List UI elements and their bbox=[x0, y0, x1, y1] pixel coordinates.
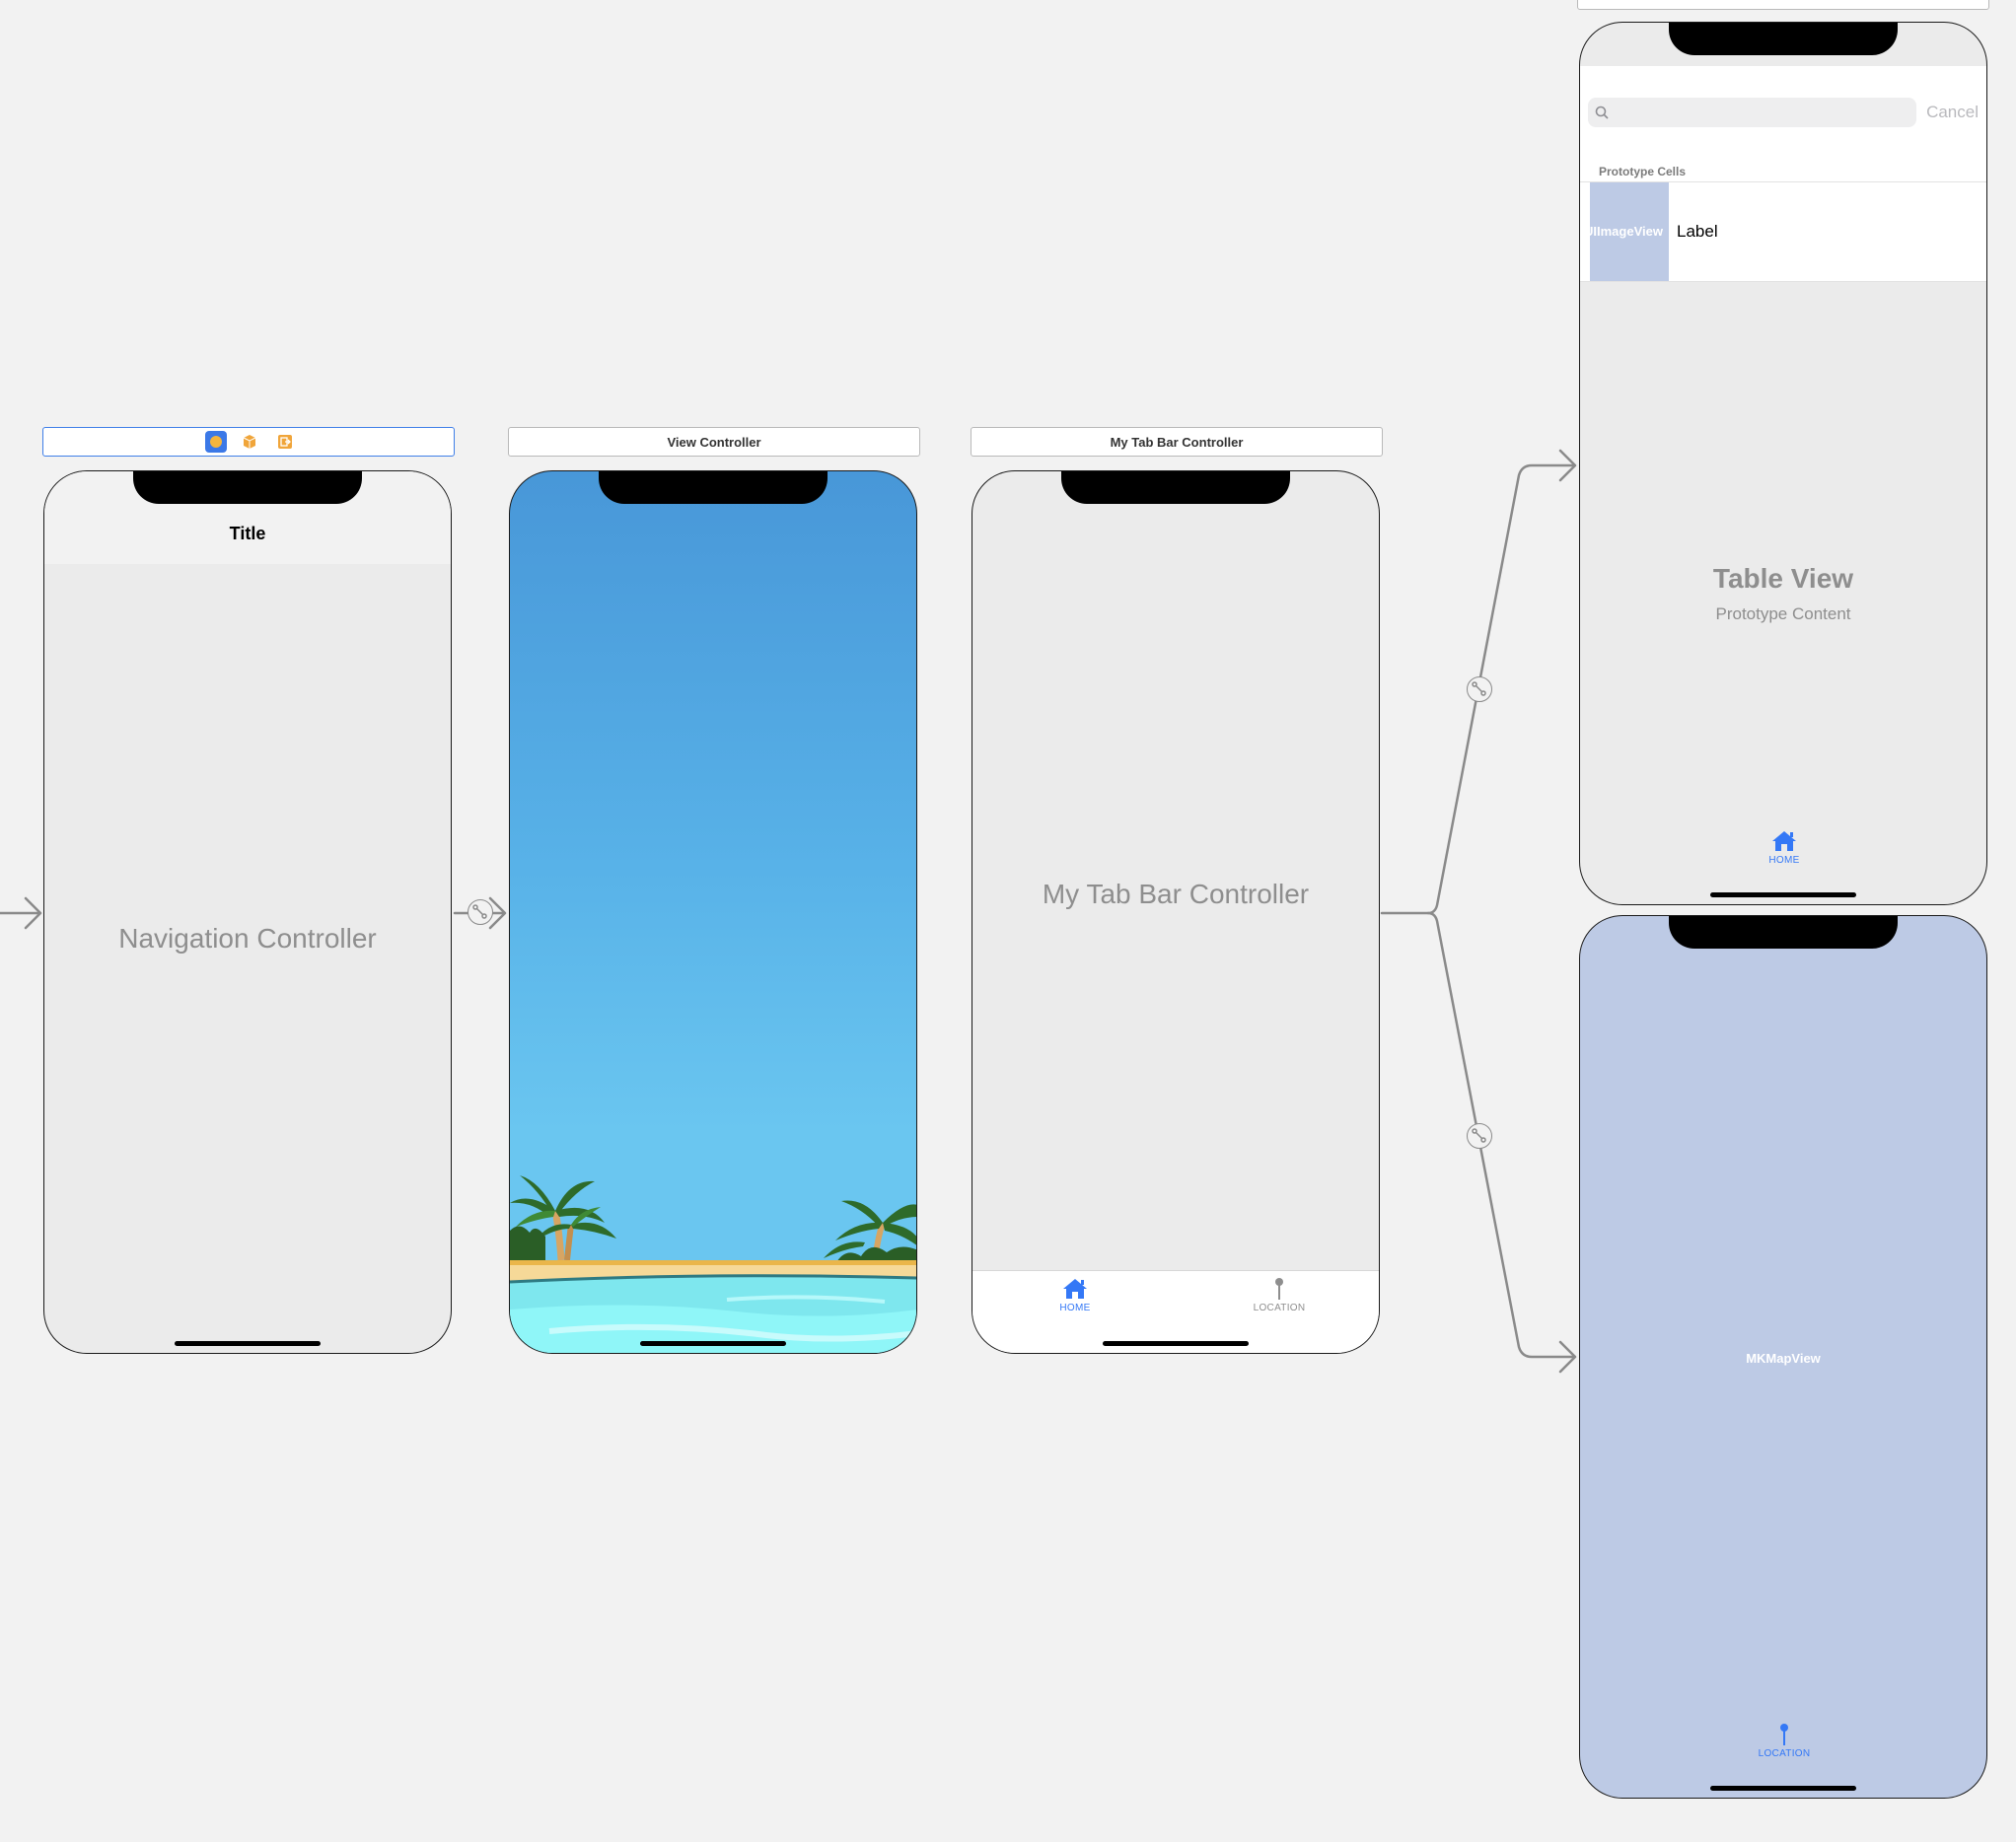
tab-home[interactable]: HOME bbox=[1745, 829, 1824, 866]
tab-location-label: LOCATION bbox=[1758, 1748, 1811, 1759]
table-view-placeholder-subtitle: Prototype Content bbox=[1715, 604, 1851, 623]
home-indicator bbox=[640, 1341, 786, 1346]
exit-icon[interactable] bbox=[277, 434, 293, 450]
navigation-controller-scene-bar[interactable] bbox=[42, 427, 455, 457]
pin-icon bbox=[1780, 1724, 1788, 1745]
tab-location[interactable]: LOCATION bbox=[1745, 1723, 1824, 1759]
house-icon bbox=[1063, 1279, 1087, 1299]
device-notch bbox=[1669, 916, 1898, 949]
search-icon bbox=[1595, 106, 1609, 119]
cube-icon[interactable] bbox=[242, 434, 257, 450]
tab-home-label: HOME bbox=[1768, 855, 1800, 866]
cell-image-label: UIImageView bbox=[1590, 224, 1663, 239]
prototype-cell[interactable]: UIImageView Label bbox=[1580, 181, 1986, 282]
home-indicator bbox=[175, 1341, 321, 1346]
tab-home[interactable]: HOME bbox=[1036, 1277, 1115, 1313]
home-indicator bbox=[1710, 892, 1856, 897]
initial-entry-arrow bbox=[0, 896, 42, 930]
segue-badge-root[interactable] bbox=[468, 899, 493, 925]
relationship-link-icon bbox=[1472, 681, 1486, 696]
prototype-cells-header: Prototype Cells bbox=[1599, 165, 1687, 178]
device-notch bbox=[1061, 471, 1290, 504]
tab-bar-controller-scene[interactable]: My Tab Bar Controller HOME LOCATION bbox=[972, 470, 1380, 1354]
tab-location[interactable]: LOCATION bbox=[1240, 1277, 1319, 1313]
device-notch bbox=[1669, 23, 1898, 55]
tab-bar-controller-placeholder: My Tab Bar Controller bbox=[1042, 879, 1310, 909]
home-indicator bbox=[1710, 1786, 1856, 1791]
nav-bar-title: Title bbox=[229, 524, 266, 543]
view-controller-scene[interactable] bbox=[509, 470, 917, 1354]
scene-title: My Tab Bar Controller bbox=[1110, 434, 1244, 450]
table-view-placeholder-title: Table View bbox=[1712, 563, 1854, 594]
relationship-link-icon bbox=[472, 904, 487, 919]
relationship-link-icon bbox=[1472, 1128, 1486, 1143]
palm-tree-left bbox=[510, 1175, 616, 1264]
tab-relationship-segue-location bbox=[1426, 911, 1577, 1374]
navigation-controller-scene[interactable]: Title Navigation Controller bbox=[43, 470, 452, 1354]
first-responder-icon[interactable] bbox=[204, 431, 227, 453]
house-icon bbox=[1772, 831, 1796, 851]
tab-location-label: LOCATION bbox=[1253, 1303, 1306, 1313]
device-notch bbox=[599, 471, 828, 504]
search-cancel-button[interactable]: Cancel bbox=[1926, 103, 1979, 122]
search-bar: Cancel bbox=[1580, 66, 1986, 140]
segue-badge-home[interactable] bbox=[1467, 676, 1492, 702]
map-view-label: MKMapView bbox=[1746, 1351, 1821, 1366]
table-view-scene-bar[interactable] bbox=[1577, 0, 1989, 10]
segue-badge-location[interactable] bbox=[1467, 1123, 1492, 1149]
table-content: Prototype Cells UIImageView Label bbox=[1580, 139, 1986, 282]
scene-title: View Controller bbox=[667, 434, 761, 450]
navigation-controller-placeholder: Navigation Controller bbox=[118, 923, 377, 954]
palm-tree-right bbox=[824, 1200, 916, 1265]
device-notch bbox=[133, 471, 362, 504]
view-controller-scene-bar[interactable]: View Controller bbox=[508, 427, 920, 457]
home-indicator bbox=[1103, 1341, 1249, 1346]
table-view-scene[interactable]: Cancel Prototype Cells UIImageView Label… bbox=[1579, 22, 1987, 905]
cell-label: Label bbox=[1677, 222, 1718, 241]
tab-home-label: HOME bbox=[1059, 1303, 1091, 1313]
beach-background-image bbox=[510, 1175, 916, 1353]
search-field[interactable] bbox=[1588, 98, 1916, 127]
pin-icon bbox=[1275, 1278, 1283, 1300]
cell-image-view: UIImageView bbox=[1590, 182, 1669, 281]
map-view-scene[interactable]: MKMapView LOCATION bbox=[1579, 915, 1987, 1799]
tab-bar-controller-scene-bar[interactable]: My Tab Bar Controller bbox=[971, 427, 1383, 457]
